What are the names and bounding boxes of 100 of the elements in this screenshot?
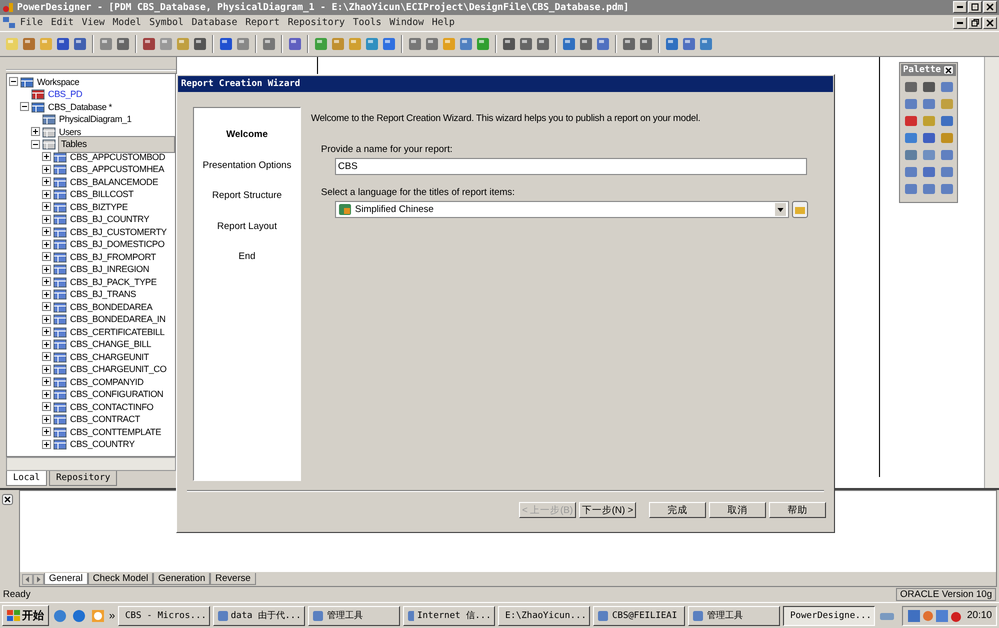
tree-item[interactable]: PhysicalDiagram_1 [58, 114, 132, 124]
tree-item[interactable]: CBS_BILLCOST [69, 189, 134, 200]
menu-item[interactable]: Window [386, 17, 428, 28]
toolbar-icon[interactable] [698, 36, 714, 52]
toolbar-icon[interactable] [141, 36, 157, 52]
scrollbar[interactable] [984, 56, 999, 488]
tree-item[interactable]: Workspace [36, 76, 80, 87]
tree-item[interactable]: CBS_BJ_PACK_TYPE [69, 276, 158, 287]
output-tab[interactable]: Reverse [210, 573, 256, 586]
tree-item[interactable]: CBS_APPCUSTOMBOD [69, 152, 166, 162]
toolbar-icon[interactable] [287, 36, 303, 52]
tray-icons-drawing[interactable] [906, 608, 963, 623]
panel-tab[interactable]: Local [6, 471, 48, 486]
tree-item[interactable]: CBS_CHANGE_BILL [69, 339, 152, 350]
toolbar-icon[interactable] [578, 36, 594, 52]
output-tab[interactable]: Check Model [88, 573, 154, 586]
tree-item[interactable]: CBS_CERTIFICATEBILL [69, 326, 166, 337]
toolbar-icon[interactable] [218, 36, 234, 52]
tree-item[interactable]: CBS_CONTTEMPLATE [69, 426, 162, 437]
toolbar-icon[interactable] [115, 36, 131, 52]
tree-item[interactable]: CBS_BJ_DOMESTICPO [69, 239, 166, 250]
wizard-button[interactable]: 取消 [709, 502, 766, 518]
menu-item[interactable]: Model [108, 17, 146, 28]
expand-icon[interactable] [42, 240, 51, 249]
toolbar-icon[interactable] [21, 36, 37, 52]
expand-icon[interactable] [42, 264, 51, 274]
taskbar-button[interactable]: 管理工具 [308, 606, 400, 626]
toolbar-icon[interactable] [475, 36, 491, 52]
taskbar-button[interactable]: CBS@FEILIEAI [593, 606, 686, 626]
toolbar-icon[interactable] [98, 36, 114, 52]
panel-tab[interactable]: Repository [49, 471, 118, 486]
toolbar-icon[interactable] [55, 36, 71, 52]
tree-item[interactable]: CBS_CONFIGURATION [69, 389, 164, 400]
start-button[interactable]: 开始 [2, 605, 49, 626]
tree-item[interactable]: CBS_COUNTRY [69, 439, 136, 450]
tree-item[interactable]: CBS_CONTACTINFO [69, 402, 154, 412]
output-tab[interactable]: Generation [153, 573, 210, 586]
tree-item[interactable]: CBS_BJ_COUNTRY [69, 214, 150, 224]
taskbar-button[interactable]: 管理工具 [688, 606, 780, 626]
collapse-icon[interactable] [31, 140, 40, 149]
output-tab[interactable]: General [44, 573, 88, 586]
toolbar-icon[interactable] [621, 36, 637, 52]
close-button[interactable] [2, 494, 13, 506]
folder-button[interactable] [792, 201, 808, 218]
tree-item[interactable]: CBS_COMPANYID [69, 376, 144, 387]
menu-item[interactable]: View [78, 17, 109, 28]
collapse-icon[interactable] [20, 102, 29, 112]
toolbar-icon[interactable] [261, 36, 277, 52]
expand-icon[interactable] [42, 152, 51, 162]
tree-item[interactable]: CBS_BONDEDAREA_IN [69, 314, 166, 324]
expand-icon[interactable] [42, 402, 51, 412]
wizard-button[interactable]: 下一步(N) > [579, 502, 636, 518]
expand-icon[interactable] [42, 390, 51, 399]
tree-item[interactable]: Users [58, 126, 82, 137]
expand-icon[interactable] [42, 227, 51, 236]
expand-icon[interactable] [42, 340, 51, 349]
menu-item[interactable]: Repository [284, 17, 349, 28]
tree-item[interactable]: CBS_CONTRACT [69, 414, 141, 424]
tree-item[interactable]: Tables [58, 136, 175, 153]
tree-item[interactable]: CBS_APPCUSTOMHEA [69, 164, 166, 174]
expand-icon[interactable] [42, 327, 51, 336]
toolbar-icon[interactable] [407, 36, 423, 52]
tree-item[interactable]: CBS_BJ_CUSTOMERTY [69, 226, 168, 237]
menu-item[interactable]: Tools [348, 17, 386, 28]
wizard-button[interactable]: 完成 [649, 502, 706, 518]
menu-item[interactable]: Help [428, 17, 459, 28]
expand-icon[interactable] [42, 440, 51, 449]
expand-icon[interactable] [42, 352, 51, 362]
toolbar-icon[interactable] [664, 36, 680, 52]
toolbar-icon[interactable] [501, 36, 517, 52]
tree-item[interactable]: CBS_BIZTYPE [69, 202, 129, 212]
expand-icon[interactable] [42, 202, 51, 212]
expand-icon[interactable] [42, 252, 51, 262]
tree-item[interactable]: CBS_BJ_INREGION [69, 264, 150, 274]
expand-icon[interactable] [42, 314, 51, 324]
toolbar-icon[interactable] [681, 36, 697, 52]
maximize-button[interactable] [968, 1, 982, 14]
toolbar-icon[interactable] [638, 36, 654, 52]
expand-icon[interactable] [42, 214, 51, 224]
toolbar-icon[interactable] [364, 36, 380, 52]
wizard-button[interactable]: 帮助 [769, 502, 826, 518]
expand-icon[interactable] [42, 414, 51, 424]
scroll-right-button[interactable] [33, 574, 44, 585]
expand-icon[interactable] [42, 364, 51, 374]
taskbar-button[interactable]: E:\ZhaoYicun... [498, 606, 590, 626]
toolbar-icon[interactable] [72, 36, 88, 52]
scroll-left-button[interactable] [22, 574, 33, 585]
toolbar-icon[interactable] [313, 36, 329, 52]
expand-icon[interactable] [42, 302, 51, 312]
menu-item[interactable]: Symbol [145, 17, 188, 28]
toolbar-icon[interactable] [235, 36, 251, 52]
scrollbar[interactable] [6, 457, 176, 472]
toolbar-icon[interactable] [192, 36, 208, 52]
expand-icon[interactable] [42, 164, 51, 174]
expand-icon[interactable] [42, 290, 51, 299]
tree-item[interactable]: CBS_Database * [47, 102, 113, 112]
restore-button[interactable] [968, 16, 982, 29]
toolbar-icon[interactable] [595, 36, 611, 52]
minimize-button[interactable] [953, 1, 967, 14]
taskbar-button[interactable]: CBS - Micros... [118, 606, 210, 626]
